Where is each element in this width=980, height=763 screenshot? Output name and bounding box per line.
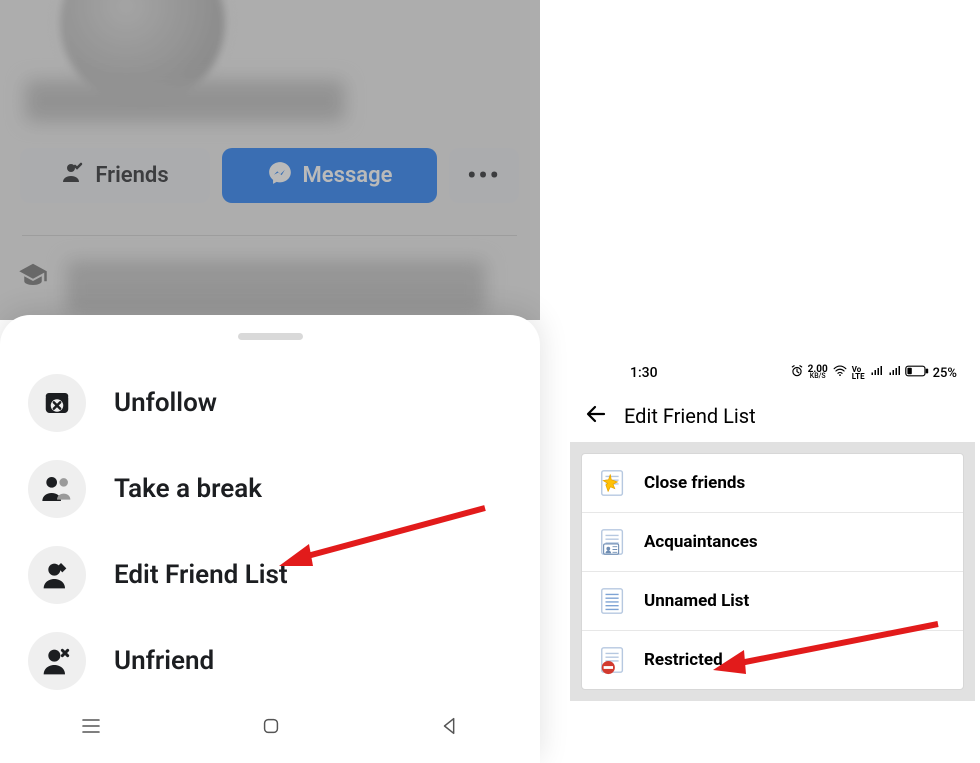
- recent-apps-icon[interactable]: [79, 714, 103, 742]
- list-row-acquaintances[interactable]: Acquaintances: [582, 513, 963, 572]
- close-friends-icon: [598, 468, 628, 498]
- signal-icon-1: [869, 365, 883, 381]
- sheet-item-edit-friend-list[interactable]: Edit Friend List: [0, 532, 540, 618]
- friend-options-sheet: Unfollow Take a break Edit Friend List U…: [0, 315, 540, 763]
- status-battery-pct: 25%: [933, 366, 957, 381]
- list-row-close-friends[interactable]: Close friends: [582, 454, 963, 513]
- back-icon[interactable]: [439, 715, 461, 741]
- restricted-label: Restricted: [644, 650, 723, 670]
- friend-lists-body: Close friends Acquaintances Unnamed List…: [570, 442, 975, 701]
- header-title: Edit Friend List: [624, 404, 756, 428]
- status-icons: 2.00 KB/S VoLTE 25%: [790, 364, 957, 382]
- sheet-item-unfriend[interactable]: Unfriend: [0, 618, 540, 704]
- edit-friend-list-label: Edit Friend List: [114, 560, 288, 590]
- status-time: 1:30: [630, 365, 658, 381]
- close-friends-label: Close friends: [644, 473, 745, 493]
- sheet-item-take-a-break[interactable]: Take a break: [0, 446, 540, 532]
- unfriend-label: Unfriend: [114, 646, 214, 676]
- home-icon[interactable]: [260, 715, 282, 741]
- battery-icon: [905, 365, 929, 381]
- volte-icon: VoLTE: [852, 366, 865, 380]
- restricted-icon: [598, 645, 628, 675]
- sheet-item-unfollow[interactable]: Unfollow: [0, 360, 540, 446]
- acquaintances-icon: [598, 527, 628, 557]
- take-a-break-label: Take a break: [114, 474, 262, 504]
- edit-friend-list-icon: [28, 546, 86, 604]
- unfollow-icon: [28, 374, 86, 432]
- unnamed-list-label: Unnamed List: [644, 591, 749, 611]
- status-speed-unit: KB/S: [810, 374, 826, 380]
- unnamed-list-icon: [598, 586, 628, 616]
- back-arrow-icon[interactable]: [584, 402, 608, 430]
- left-phone-panel: Friends Message •••: [0, 0, 540, 763]
- wifi-icon: [832, 364, 848, 382]
- list-row-restricted[interactable]: Restricted: [582, 631, 963, 689]
- signal-icon-2: [887, 365, 901, 381]
- acquaintances-label: Acquaintances: [644, 532, 758, 552]
- unfriend-icon: [28, 632, 86, 690]
- status-bar: 1:30 2.00 KB/S VoLTE 25%: [570, 358, 975, 388]
- unfollow-label: Unfollow: [114, 388, 217, 418]
- header-bar: Edit Friend List: [570, 390, 975, 442]
- alarm-icon: [790, 364, 804, 382]
- dim-overlay: [0, 0, 540, 320]
- android-nav-bar: [0, 700, 540, 755]
- take-a-break-icon: [28, 460, 86, 518]
- sheet-handle[interactable]: [238, 333, 303, 340]
- list-row-unnamed-list[interactable]: Unnamed List: [582, 572, 963, 631]
- friend-lists-card: Close friends Acquaintances Unnamed List…: [581, 453, 964, 690]
